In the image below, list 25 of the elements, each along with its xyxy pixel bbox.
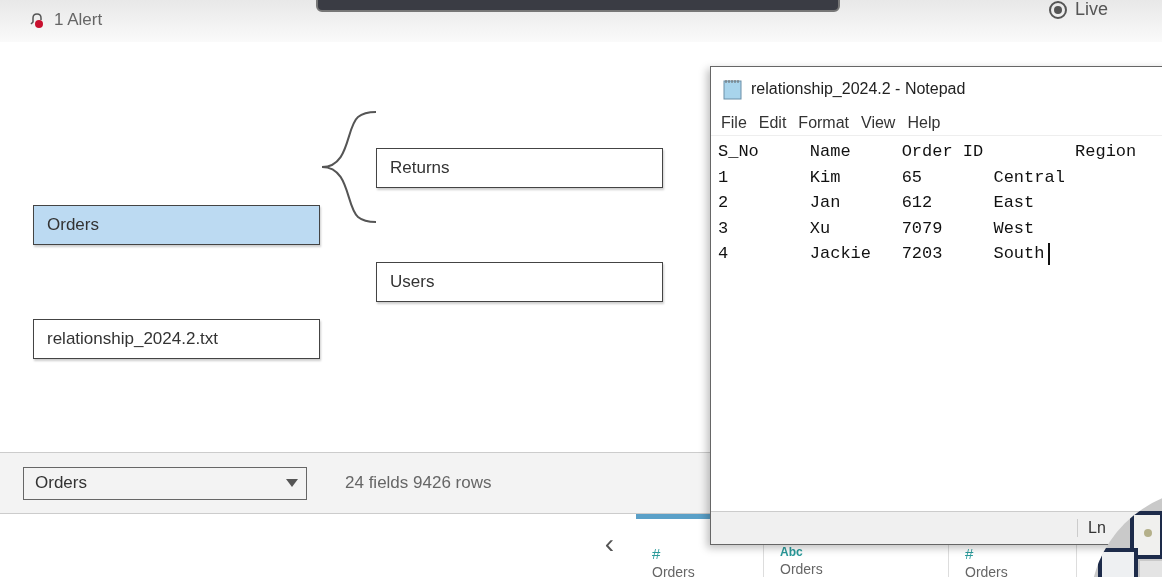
text-line: 2 Jan 612 East xyxy=(718,193,1036,214)
scroll-left-button[interactable]: ‹ xyxy=(604,528,614,559)
text-line: S_No Name Order ID Region xyxy=(718,142,1138,163)
menu-item[interactable]: File xyxy=(721,114,747,132)
table-dropdown[interactable]: Orders xyxy=(23,466,307,500)
menu-item[interactable]: Format xyxy=(798,114,850,132)
alert-label[interactable]: 1 Alert xyxy=(54,10,103,30)
live-label[interactable]: Live xyxy=(1074,0,1108,20)
status-position: Ln xyxy=(1077,519,1106,537)
table-node[interactable]: Orders xyxy=(33,205,320,245)
alert-bell-icon xyxy=(28,11,46,29)
menu-item[interactable]: Help xyxy=(907,114,941,132)
window-title: relationship_2024.2 - Notepad xyxy=(751,80,966,98)
text-line: 4 Jackie 7203 South xyxy=(718,244,1046,265)
caret-icon xyxy=(286,479,298,487)
table-node[interactable]: relationship_2024.2.txt xyxy=(33,319,320,359)
live-radio[interactable] xyxy=(1048,0,1067,19)
table-node[interactable]: Returns xyxy=(376,148,663,188)
text-line: 1 Kim 65 Central xyxy=(718,167,1066,189)
notepad-icon xyxy=(723,78,743,100)
menu-item[interactable]: View xyxy=(861,114,896,132)
menu-item[interactable]: Edit xyxy=(758,114,787,132)
table-summary: 24 fields 9426 rows xyxy=(345,473,492,493)
text-line: 3 Xu 7079 West xyxy=(718,218,1036,240)
table-node[interactable]: Users xyxy=(376,262,663,302)
